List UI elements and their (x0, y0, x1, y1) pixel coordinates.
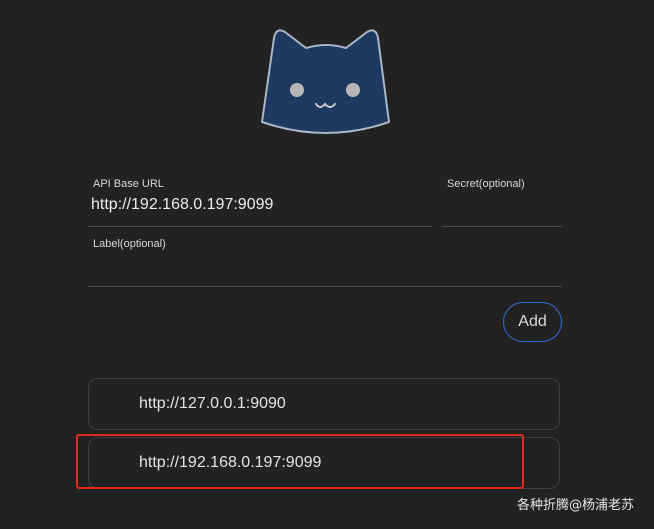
add-button[interactable]: Add (503, 302, 562, 342)
api-base-url-field[interactable]: API Base URL http://192.168.0.197:9099 (88, 176, 432, 227)
backend-list-item[interactable]: http://127.0.0.1:9090 (88, 378, 560, 430)
label-field-label: Label(optional) (93, 238, 166, 250)
highlight-annotation-box (76, 434, 524, 489)
cat-logo-icon (261, 29, 390, 134)
api-base-url-input[interactable]: http://192.168.0.197:9099 (91, 196, 273, 214)
secret-field[interactable]: Secret(optional) (442, 176, 562, 227)
watermark: 各种折腾@杨浦老苏 (516, 498, 634, 513)
cat-right-eye (346, 83, 360, 97)
secret-label: Secret(optional) (447, 178, 525, 190)
api-base-url-label: API Base URL (93, 178, 164, 190)
backend-url: http://127.0.0.1:9090 (139, 395, 286, 412)
cat-left-eye (290, 83, 304, 97)
label-field[interactable]: Label(optional) (88, 236, 562, 287)
